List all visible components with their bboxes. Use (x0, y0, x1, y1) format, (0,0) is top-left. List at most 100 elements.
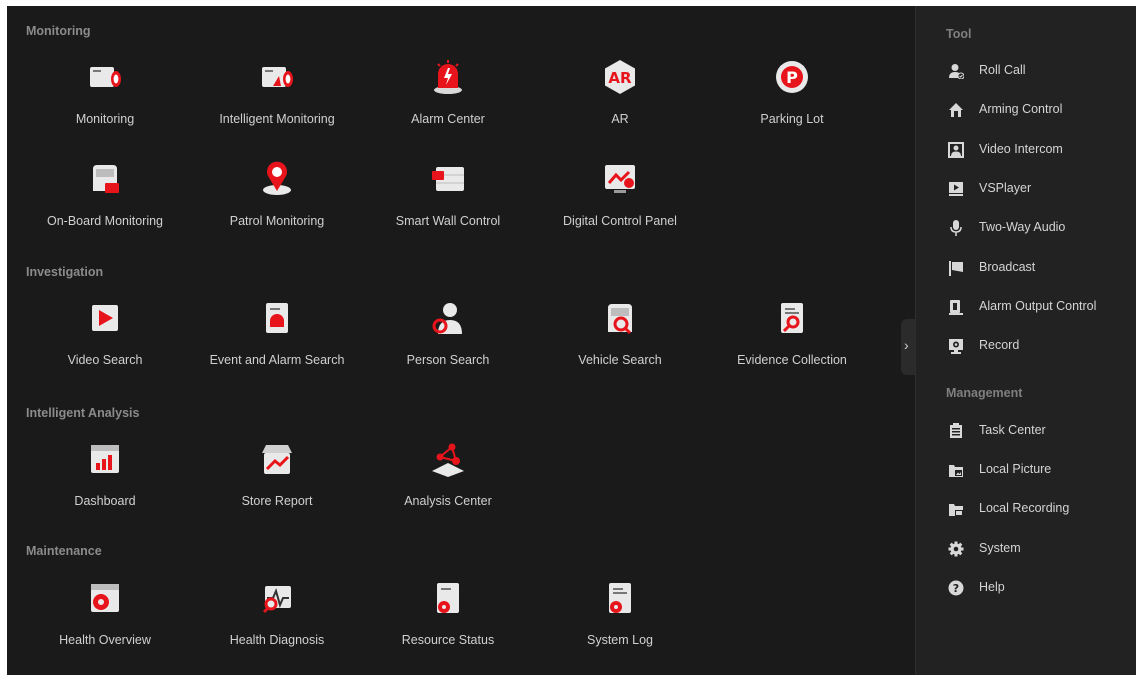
sidebar-item-record[interactable]: Record (944, 334, 1129, 358)
vehicle-camera-icon (93, 165, 119, 193)
health-diagnosis-icon (262, 586, 291, 614)
tile-label: Video Search (67, 353, 143, 367)
sidebar-item-broadcast[interactable]: Broadcast (944, 256, 1129, 280)
tile-label: Vehicle Search (578, 353, 662, 367)
sidebar-item-system[interactable]: System (944, 537, 1129, 561)
sidebar-item-label: Local Recording (979, 501, 1070, 515)
tool-sidebar: Tool Roll Call Arming Control Video Inte… (915, 6, 1136, 675)
tile-video-search[interactable]: Video Search (20, 300, 190, 378)
person-search-icon (432, 303, 462, 334)
sidebar-item-label: Broadcast (979, 260, 1036, 274)
tile-label: System Log (586, 633, 653, 647)
roll-call-icon (949, 64, 964, 79)
vsplayer-icon (949, 182, 963, 196)
monitoring-icon (90, 67, 121, 87)
tile-person-search[interactable]: Person Search (363, 300, 533, 378)
tile-parking-lot[interactable]: P Parking Lot (707, 59, 877, 137)
sidebar-item-local-recording[interactable]: Local Recording (944, 497, 1129, 521)
tile-on-board-monitoring[interactable]: On-Board Monitoring (20, 161, 190, 239)
tile-label: Smart Wall Control (395, 214, 501, 228)
tile-smart-wall-control[interactable]: Smart Wall Control (363, 161, 533, 239)
tile-label: Dashboard (74, 494, 136, 508)
intelligent-monitoring-icon (262, 67, 293, 87)
tile-label: Monitoring (75, 112, 135, 126)
tile-store-report[interactable]: Store Report (192, 441, 362, 519)
dashboard-icon (91, 445, 119, 473)
broadcast-flag-icon (949, 261, 963, 276)
tile-dashboard[interactable]: Dashboard (20, 441, 190, 519)
tile-intelligent-monitoring[interactable]: Intelligent Monitoring (192, 59, 362, 137)
tile-label: On-Board Monitoring (46, 214, 164, 228)
sidebar-item-label: Video Intercom (979, 142, 1063, 156)
tile-label: Person Search (406, 353, 490, 367)
tile-system-log[interactable]: System Log (535, 580, 705, 658)
tile-label: Store Report (241, 494, 313, 508)
tile-event-alarm-search[interactable]: Event and Alarm Search (192, 300, 362, 378)
control-panel-icon (605, 165, 635, 193)
tile-ar[interactable]: AR AR (535, 59, 705, 137)
gear-icon (948, 541, 964, 557)
sidebar-item-roll-call[interactable]: Roll Call (944, 59, 1129, 83)
microphone-icon (950, 220, 962, 236)
tile-resource-status[interactable]: Resource Status (363, 580, 533, 658)
arming-control-icon (949, 103, 963, 117)
tile-monitoring[interactable]: Monitoring (20, 59, 190, 137)
tile-vehicle-search[interactable]: Vehicle Search (535, 300, 705, 378)
tile-health-overview[interactable]: Health Overview (20, 580, 190, 658)
tile-label: Analysis Center (404, 494, 492, 508)
system-log-icon (609, 583, 631, 613)
sidebar-item-task-center[interactable]: Task Center (944, 419, 1129, 443)
health-overview-icon (91, 584, 119, 612)
tile-label: Parking Lot (760, 112, 824, 126)
task-center-icon (950, 423, 962, 438)
tile-label: Event and Alarm Search (209, 353, 345, 367)
tile-label: Patrol Monitoring (229, 214, 325, 228)
ar-icon: AR (605, 60, 635, 94)
sidebar-item-label: System (979, 541, 1021, 555)
local-picture-icon (949, 465, 963, 477)
video-search-icon (92, 305, 118, 331)
tile-label: Evidence Collection (737, 353, 847, 367)
vehicle-search-icon (608, 304, 632, 335)
parking-icon: P (776, 61, 808, 93)
section-title-investigation: Investigation (26, 265, 104, 279)
smart-wall-icon (432, 167, 464, 191)
svg-text:AR: AR (608, 69, 632, 87)
resource-status-icon (437, 583, 459, 613)
tile-label: Digital Control Panel (563, 214, 677, 228)
svg-text:P: P (786, 68, 798, 87)
chevron-right-icon: › (904, 337, 909, 353)
tile-digital-control-panel[interactable]: Digital Control Panel (535, 161, 705, 239)
event-search-icon (266, 303, 288, 333)
tile-label: Intelligent Monitoring (219, 112, 335, 126)
video-intercom-icon (948, 142, 964, 158)
sidebar-item-video-intercom[interactable]: Video Intercom (944, 138, 1129, 162)
tile-patrol-monitoring[interactable]: Patrol Monitoring (192, 161, 362, 239)
sidebar-item-alarm-output-control[interactable]: Alarm Output Control (944, 295, 1129, 319)
sidebar-item-help[interactable]: ? Help (944, 576, 1129, 600)
sidebar-title-tool: Tool (946, 27, 972, 41)
sidebar-item-two-way-audio[interactable]: Two-Way Audio (944, 216, 1129, 240)
tile-evidence-collection[interactable]: Evidence Collection (707, 300, 877, 378)
svg-text:?: ? (953, 582, 959, 595)
tile-analysis-center[interactable]: Analysis Center (363, 441, 533, 519)
sidebar-item-local-picture[interactable]: Local Picture (944, 458, 1129, 482)
sidebar-item-label: Roll Call (979, 63, 1026, 77)
store-report-icon (262, 445, 292, 474)
patrol-pin-icon (263, 161, 291, 195)
sidebar-item-label: Arming Control (979, 102, 1063, 116)
tile-alarm-center[interactable]: Alarm Center (363, 59, 533, 137)
main-panel: Monitoring Monitoring Intelligent Monito… (7, 6, 915, 675)
tile-label: Health Diagnosis (229, 633, 325, 647)
sidebar-item-label: Task Center (979, 423, 1046, 437)
collapse-sidebar-button[interactable]: › (901, 319, 915, 375)
section-title-maintenance: Maintenance (26, 544, 102, 558)
sidebar-title-management: Management (946, 386, 1023, 400)
tile-label: Resource Status (401, 633, 495, 647)
tile-label: Health Overview (59, 633, 151, 647)
section-title-intelligent-analysis: Intelligent Analysis (26, 406, 140, 420)
sidebar-item-vsplayer[interactable]: VSPlayer (944, 177, 1129, 201)
tile-health-diagnosis[interactable]: Health Diagnosis (192, 580, 362, 658)
record-icon (949, 339, 963, 354)
sidebar-item-arming-control[interactable]: Arming Control (944, 98, 1129, 122)
